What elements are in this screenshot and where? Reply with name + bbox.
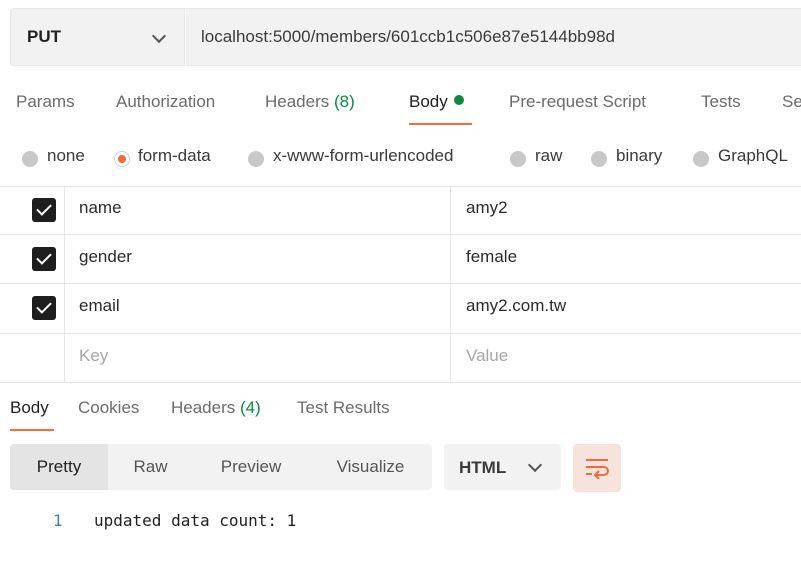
headers-count: (4) [240, 398, 261, 417]
format-label: HTML [459, 458, 507, 477]
tab-label: Body [409, 92, 448, 111]
body-type-radios: none form-data x-www-form-urlencoded raw… [0, 144, 801, 172]
radio-button-selected [114, 151, 130, 167]
radio-label: binary [616, 146, 663, 165]
tab-label: Cookies [78, 398, 140, 417]
tab-label: Pre-request Script [509, 92, 646, 111]
line-number: 1 [53, 511, 63, 530]
radio-x-www-form-urlencoded[interactable]: x-www-form-urlencoded [248, 146, 453, 167]
wrap-lines-icon [586, 459, 609, 479]
response-tab-cookies[interactable]: Cookies [78, 398, 139, 418]
response-tab-body[interactable]: Body [10, 398, 49, 418]
tab-pre-request-script[interactable]: Pre-request Script [509, 92, 646, 112]
value-input[interactable]: Value [466, 346, 508, 366]
active-tab-underline [10, 429, 54, 431]
radio-graphql[interactable]: GraphQL [693, 146, 788, 167]
radio-button [591, 151, 607, 167]
radio-label: form-data [138, 146, 211, 165]
value-cell[interactable]: amy2 [466, 198, 508, 218]
key-cell[interactable]: email [79, 296, 120, 316]
view-pretty-button[interactable]: Pretty [10, 444, 108, 490]
key-cell[interactable]: gender [79, 247, 132, 267]
row-checkbox[interactable] [32, 198, 56, 222]
chevron-down-icon [527, 457, 543, 473]
body-indicator-dot [453, 95, 464, 105]
radio-button [693, 151, 709, 167]
request-url-bar: PUT localhost:5000/members/601ccb1c506e8… [10, 8, 801, 67]
row-checkbox[interactable] [32, 296, 56, 320]
tab-params[interactable]: Params [16, 92, 75, 112]
tab-headers[interactable]: Headers (8) [265, 92, 355, 112]
tab-label: Headers [171, 398, 236, 417]
table-row-empty: Key Value [0, 334, 801, 382]
view-visualize-button[interactable]: Visualize [309, 444, 432, 490]
radio-button [248, 151, 264, 167]
radio-label: none [47, 146, 85, 165]
form-data-table: name amy2 gender female email amy2.com.t… [0, 186, 801, 383]
tab-label: Se [782, 92, 801, 111]
response-tab-headers[interactable]: Headers (4) [171, 398, 261, 418]
radio-none[interactable]: none [22, 146, 85, 167]
row-divider [0, 382, 801, 383]
value-cell[interactable]: amy2.com.tw [466, 296, 566, 316]
method-label: PUT [27, 27, 61, 46]
wrap-lines-button[interactable] [573, 444, 621, 492]
tab-label: Headers [265, 92, 330, 111]
active-tab-underline [409, 123, 472, 125]
row-checkbox[interactable] [32, 247, 56, 271]
table-row: name amy2 [0, 186, 801, 234]
tab-authorization[interactable]: Authorization [116, 92, 215, 112]
tab-label: Tests [701, 92, 741, 111]
radio-button [510, 151, 526, 167]
tab-label: Body [10, 398, 49, 417]
tab-settings[interactable]: Se [782, 92, 801, 112]
tab-label: Test Results [297, 398, 390, 417]
view-preview-button[interactable]: Preview [193, 444, 309, 490]
radio-button [22, 151, 38, 167]
response-text: updated data count: 1 [94, 511, 297, 530]
response-tabs: Body Cookies Headers (4) Test Results [0, 392, 801, 432]
table-row: gender female [0, 235, 801, 283]
chevron-down-icon [151, 28, 167, 44]
request-tabs: Params Authorization Headers (8) Body Pr… [0, 88, 801, 128]
radio-binary[interactable]: binary [591, 146, 662, 167]
format-select[interactable]: HTML [444, 444, 561, 490]
headers-count: (8) [334, 92, 355, 111]
view-mode-segmented: Pretty Raw Preview Visualize [10, 444, 432, 490]
url-text: localhost:5000/members/601ccb1c506e87e51… [201, 27, 615, 46]
radio-raw[interactable]: raw [510, 146, 562, 167]
radio-label: GraphQL [718, 146, 788, 165]
radio-label: x-www-form-urlencoded [273, 146, 454, 165]
tab-label: Authorization [116, 92, 216, 111]
response-tab-test-results[interactable]: Test Results [297, 398, 390, 418]
response-body-output: 1 updated data count: 1 [0, 508, 801, 538]
value-cell[interactable]: female [466, 247, 517, 267]
tab-label: Params [16, 92, 75, 111]
key-input[interactable]: Key [79, 346, 108, 366]
radio-form-data[interactable]: form-data [114, 146, 211, 167]
radio-label: raw [535, 146, 563, 165]
tab-body[interactable]: Body [409, 92, 464, 112]
url-divider [185, 9, 186, 67]
key-cell[interactable]: name [79, 198, 122, 218]
url-input[interactable]: localhost:5000/members/601ccb1c506e87e51… [184, 8, 801, 67]
table-row: email amy2.com.tw [0, 284, 801, 332]
tab-tests[interactable]: Tests [701, 92, 741, 112]
view-raw-button[interactable]: Raw [108, 444, 193, 490]
method-select[interactable]: PUT [10, 8, 184, 66]
